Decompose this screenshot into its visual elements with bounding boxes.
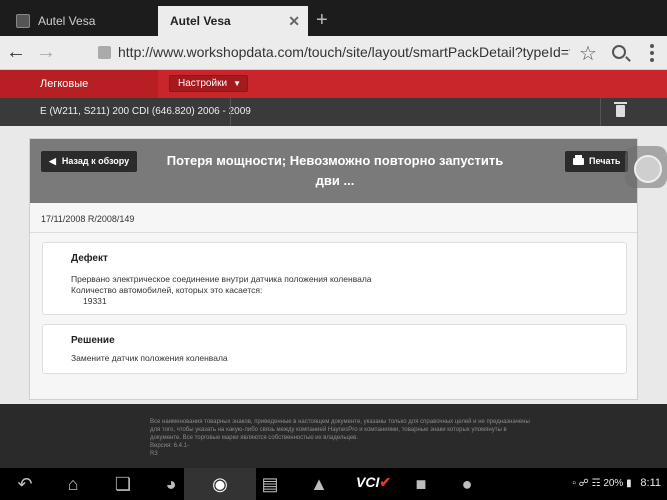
forward-arrow-icon[interactable]: →: [36, 41, 56, 63]
back-arrow-icon[interactable]: ←: [6, 41, 26, 63]
system-nav-bar: ↶ ⌂ ❏ ◕ ◉ ▤ ▲ VCI✔ ■ ● ▫ ☍ ☶ 20% ▮ 8:11: [0, 468, 667, 500]
trash-icon[interactable]: [614, 102, 627, 117]
camera-icon[interactable]: ◉: [207, 472, 233, 496]
floating-assistive-button[interactable]: [625, 146, 667, 188]
address-bar: ← → http://www.workshopdata.com/touch/si…: [0, 36, 667, 70]
page-favicon-icon: [16, 14, 30, 28]
vehicle-name: E (W211, S211) 200 CDI (646.820) 2006 - …: [40, 106, 251, 117]
back-icon[interactable]: ↶: [12, 472, 38, 496]
status-area: ▫ ☍ ☶ 20% ▮ 8:11: [572, 477, 661, 489]
back-label: Назад к обзору: [61, 156, 130, 166]
screen-record-icon[interactable]: ▤: [257, 472, 283, 496]
browser-tab-active[interactable]: Autel Vesa ✕: [158, 6, 308, 36]
url-field[interactable]: http://www.workshopdata.com/touch/site/l…: [118, 44, 570, 62]
vci-icon[interactable]: VCI✔: [356, 474, 391, 491]
version-suffix: R3: [150, 451, 158, 457]
defect-text: Прервано электрическое соединение внутри…: [71, 274, 372, 284]
battery-text: 20%: [603, 478, 624, 489]
usb-icon: ☍: [578, 478, 589, 489]
page-title: Потеря мощности; Невозможно повторно зап…: [166, 153, 504, 188]
chevron-down-icon: ▼: [233, 79, 242, 88]
vci-label: VCI: [356, 474, 380, 490]
document-id: 17/11/2008 R/2008/149: [41, 214, 135, 224]
solution-text: Замените датчик положения коленвала: [71, 353, 228, 363]
document-header: ◀ Назад к обзору Потеря мощности; Невозмо…: [30, 139, 637, 203]
user-car-icon[interactable]: ●: [454, 472, 480, 496]
affected-count-label: Количество автомобилей, которых это каса…: [71, 285, 263, 295]
disclaimer-text: Все наименования товарных знаков, привед…: [150, 419, 530, 441]
solution-heading: Решение: [71, 335, 115, 346]
browser-tab-strip: Autel Vesa Autel Vesa ✕ +: [0, 0, 667, 36]
defect-heading: Дефект: [71, 253, 108, 264]
print-label: Печать: [589, 156, 621, 166]
category-tab[interactable]: Легковые: [0, 70, 158, 98]
divider: [230, 98, 231, 126]
version-text: Версия: 6.4.1-: [150, 443, 189, 449]
footer-disclaimer: Все наименования товарных знаков, привед…: [150, 418, 530, 458]
print-button[interactable]: Печать: [565, 151, 629, 172]
new-tab-button[interactable]: +: [316, 8, 328, 32]
wifi-icon: ☶: [591, 478, 601, 489]
recent-apps-icon[interactable]: ❏: [110, 472, 136, 496]
affected-count-value: 19331: [83, 296, 107, 306]
solution-card: Решение Замените датчик положения коленв…: [42, 324, 627, 374]
chrome-icon[interactable]: ◕: [158, 472, 184, 496]
search-icon[interactable]: [612, 45, 626, 59]
divider: [600, 98, 601, 126]
chevron-left-icon: ◀: [49, 156, 56, 166]
tab-title: Autel Vesa: [38, 14, 96, 28]
tab-title: Autel Vesa: [170, 14, 231, 28]
vehicle-bar: E (W211, S211) 200 CDI (646.820) 2006 - …: [0, 98, 667, 126]
divider: [30, 232, 637, 233]
browser-tab-inactive[interactable]: Autel Vesa: [10, 6, 158, 36]
document-panel: ◀ Назад к обзору Потеря мощности; Невозмо…: [29, 138, 638, 400]
battery-icon: ▮: [626, 478, 632, 489]
notification-icon: ▫: [572, 478, 576, 489]
overflow-menu-icon[interactable]: [650, 44, 654, 62]
m-logo-icon[interactable]: ▲: [306, 472, 332, 496]
site-info-icon[interactable]: [98, 46, 111, 59]
car-icon[interactable]: ■: [408, 472, 434, 496]
bookmark-star-icon[interactable]: ☆: [579, 41, 597, 66]
settings-dropdown[interactable]: Настройки ▼: [169, 75, 249, 92]
settings-label: Настройки: [178, 78, 228, 89]
main-content: ◀ Назад к обзору Потеря мощности; Невозмо…: [0, 126, 667, 404]
printer-icon: [573, 155, 584, 165]
back-to-overview-button[interactable]: ◀ Назад к обзору: [41, 151, 138, 172]
page-footer: Все наименования товарных знаков, привед…: [0, 404, 667, 468]
clock: 8:11: [640, 477, 661, 489]
home-icon[interactable]: ⌂: [60, 472, 86, 496]
close-tab-icon[interactable]: ✕: [288, 13, 300, 30]
defect-card: Дефект Прервано электрическое соединение…: [42, 242, 627, 315]
top-nav-bar: Легковые Настройки ▼: [0, 70, 667, 98]
